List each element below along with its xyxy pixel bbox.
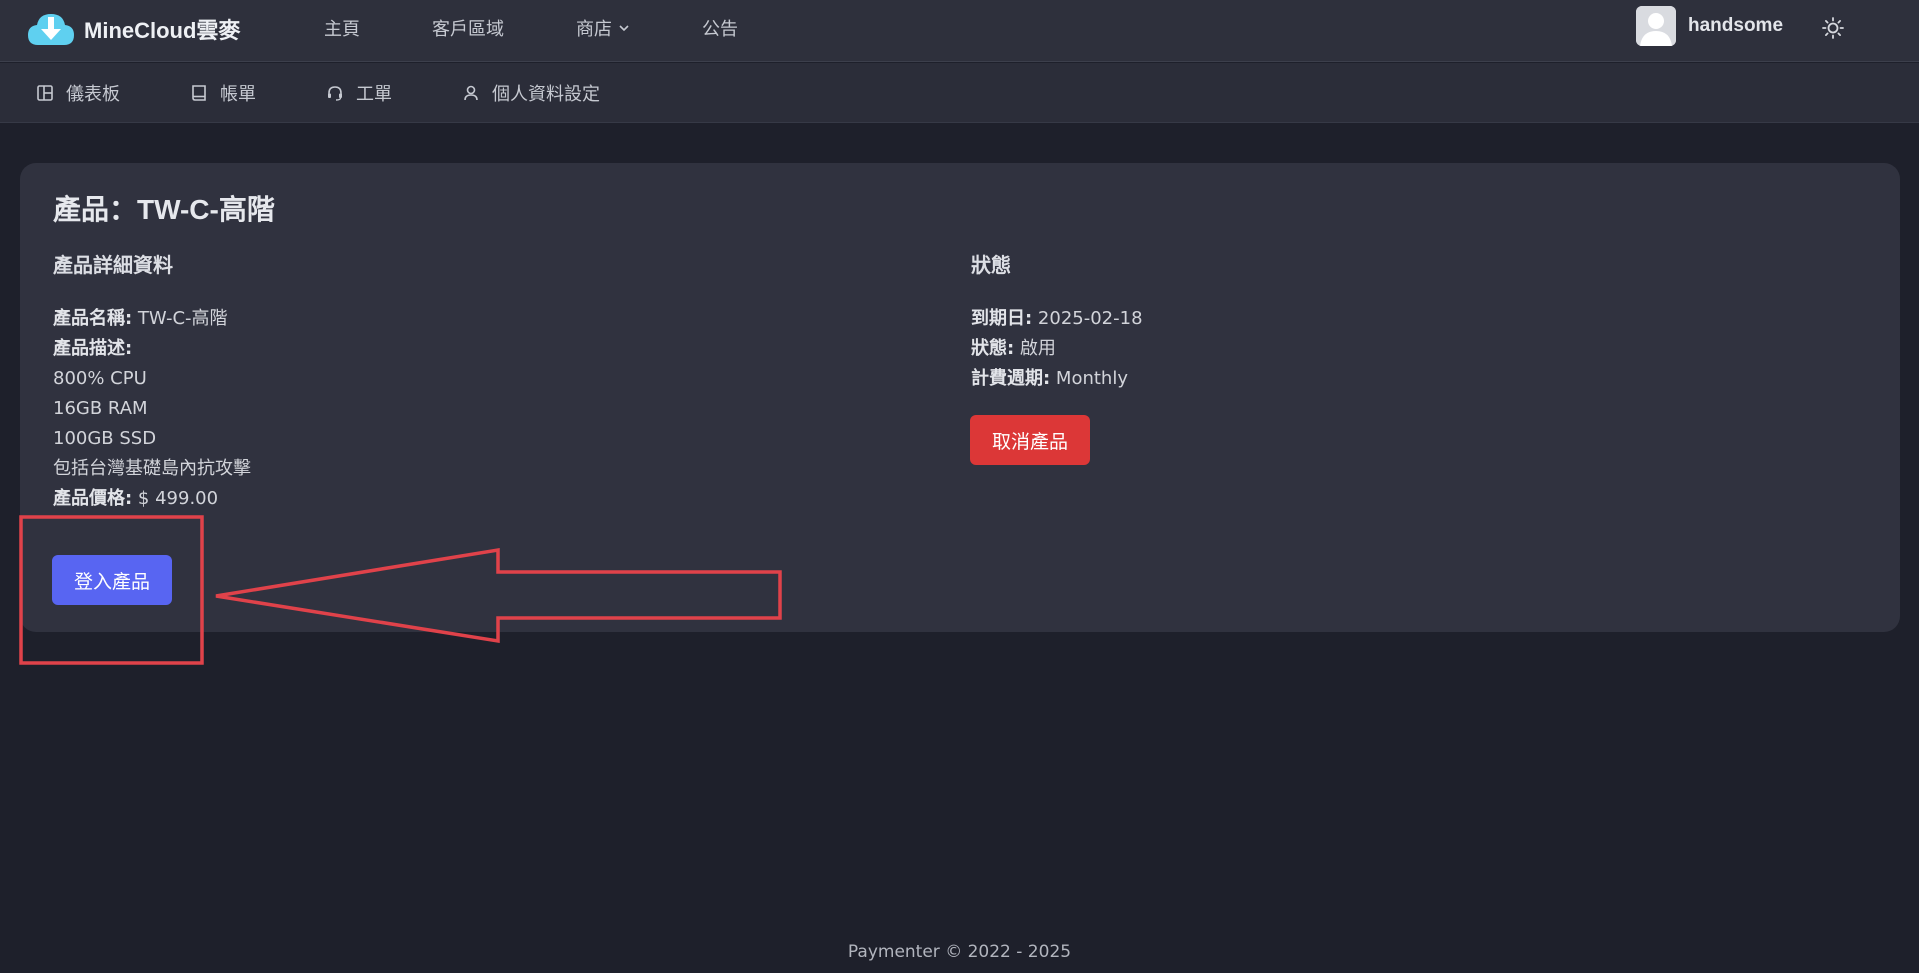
status-label: 狀態: bbox=[971, 338, 1015, 359]
chevron-down-icon bbox=[619, 25, 629, 32]
status-heading: 狀態 bbox=[971, 255, 1011, 277]
user-icon bbox=[464, 85, 478, 101]
cloud-download-icon bbox=[28, 14, 74, 45]
sub-nav: 儀表板 帳單 工單 個人資料設定 bbox=[36, 63, 670, 123]
status-row: 狀態: 啟用 bbox=[971, 334, 1143, 364]
product-price-value: $ 499.00 bbox=[132, 488, 219, 509]
sub-nav-invoices[interactable]: 帳單 bbox=[190, 80, 256, 106]
sub-nav-tickets[interactable]: 工單 bbox=[326, 80, 392, 106]
sun-icon[interactable] bbox=[1821, 16, 1845, 40]
product-desc-row: 產品描述: bbox=[53, 334, 251, 364]
product-name-row: 產品名稱: TW-C-高階 bbox=[53, 304, 251, 334]
billing-cycle-row: 計費週期: Monthly bbox=[971, 364, 1143, 394]
brand-name: MineCloud雲麥 bbox=[84, 18, 241, 43]
sub-nav-dashboard[interactable]: 儀表板 bbox=[36, 80, 120, 106]
product-desc-line: 100GB SSD bbox=[53, 428, 157, 449]
product-card: 產品：TW-C-高階 產品詳細資料 產品名稱: TW-C-高階 產品描述: 80… bbox=[20, 163, 1900, 632]
brand-logo[interactable]: MineCloud雲麥 bbox=[26, 9, 240, 49]
billing-cycle-value: Monthly bbox=[1050, 368, 1128, 389]
login-product-button[interactable]: 登入產品 bbox=[52, 555, 172, 605]
avatar bbox=[1636, 6, 1676, 46]
receipt-icon bbox=[192, 85, 206, 101]
sub-nav-tickets-label: 工單 bbox=[356, 84, 392, 105]
cancel-product-button[interactable]: 取消產品 bbox=[970, 415, 1090, 465]
product-details-heading: 產品詳細資料 bbox=[53, 255, 173, 277]
due-date-row: 到期日: 2025-02-18 bbox=[971, 304, 1143, 334]
sub-nav-invoices-label: 帳單 bbox=[220, 84, 256, 105]
sub-navbar: 儀表板 帳單 工單 個人資料設定 bbox=[0, 63, 1919, 123]
status-value: 啟用 bbox=[1014, 338, 1056, 359]
username: handsome bbox=[1688, 15, 1784, 36]
nav-announcements[interactable]: 公告 bbox=[702, 15, 738, 41]
product-desc-line: 包括台灣基礎島內抗攻擊 bbox=[53, 458, 251, 479]
sub-nav-profile-label: 個人資料設定 bbox=[492, 84, 600, 105]
nav-client-area[interactable]: 客戶區域 bbox=[432, 15, 504, 41]
due-date-label: 到期日: bbox=[971, 308, 1033, 329]
product-details: 產品詳細資料 產品名稱: TW-C-高階 產品描述: 800% CPU 16GB… bbox=[53, 249, 251, 514]
page-title: 產品：TW-C-高階 bbox=[53, 194, 275, 225]
sub-nav-profile[interactable]: 個人資料設定 bbox=[462, 80, 600, 106]
headset-icon bbox=[328, 86, 342, 101]
nav-shop[interactable]: 商店 bbox=[576, 15, 630, 41]
product-desc-line: 800% CPU bbox=[53, 368, 147, 389]
user-avatar-icon bbox=[1636, 6, 1676, 46]
product-price-row: 產品價格: $ 499.00 bbox=[53, 484, 251, 514]
product-name-label: 產品名稱: bbox=[53, 308, 133, 329]
sub-nav-dashboard-label: 儀表板 bbox=[66, 84, 120, 105]
user-menu[interactable]: handsome bbox=[1636, 6, 1783, 46]
nav-home[interactable]: 主頁 bbox=[324, 15, 360, 41]
main-nav: 主頁 客戶區域 商店 公告 bbox=[324, 0, 810, 56]
nav-shop-label: 商店 bbox=[576, 19, 612, 40]
dashboard-icon bbox=[37, 85, 53, 101]
product-status: 狀態 到期日: 2025-02-18 狀態: 啟用 計費週期: Monthly bbox=[971, 249, 1143, 394]
billing-cycle-label: 計費週期: bbox=[971, 368, 1051, 389]
product-desc-line: 16GB RAM bbox=[53, 398, 148, 419]
product-name-value: TW-C-高階 bbox=[132, 308, 228, 329]
product-desc-label: 產品描述: bbox=[53, 338, 133, 359]
nav-client-area-label: 客戶區域 bbox=[432, 19, 504, 40]
top-navbar: MineCloud雲麥 主頁 客戶區域 商店 公告 handsome bbox=[0, 0, 1919, 62]
due-date-value: 2025-02-18 bbox=[1032, 308, 1143, 329]
nav-announcements-label: 公告 bbox=[702, 19, 738, 40]
footer: Paymenter © 2022 - 2025 bbox=[847, 942, 1072, 962]
nav-home-label: 主頁 bbox=[324, 19, 360, 40]
product-price-label: 產品價格: bbox=[53, 488, 133, 509]
